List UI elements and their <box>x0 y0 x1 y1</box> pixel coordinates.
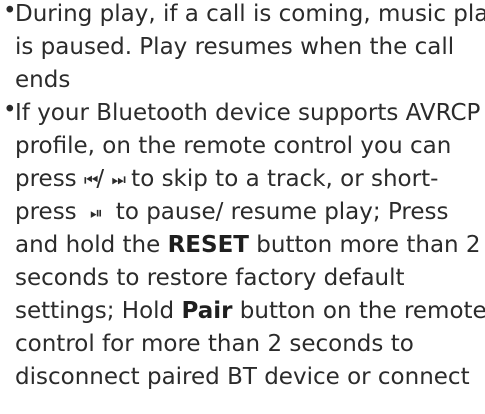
text-line-play-pause: press ⏯ to pause/ resume play; Press <box>15 196 485 229</box>
next-track-icon: ⏭ <box>111 170 125 189</box>
text-line-skip: press ⏮/ ⏭ to skip to a track, or short- <box>15 163 485 196</box>
text-segment: press <box>15 199 84 225</box>
pair-button-label: Pair <box>181 298 233 324</box>
list-item-call-pause: • During play, if a call is coming, musi… <box>0 0 485 97</box>
reset-button-label: RESET <box>167 232 249 258</box>
text-segment: button more than 2 <box>248 232 481 258</box>
text-line: seconds to restore factory default <box>15 265 405 291</box>
bullet-dot: • <box>3 97 17 123</box>
bullet-dot: • <box>3 0 17 24</box>
bullet-list: • During play, if a call is coming, musi… <box>0 0 485 394</box>
text-line: disconnect paired BT device or connect <box>15 364 470 390</box>
text-segment: / <box>96 166 112 192</box>
text-segment: to skip to a track, or short- <box>123 166 439 192</box>
text-line: profile, on the remote control you can <box>15 133 452 159</box>
text-line: During play, if a call is coming, music … <box>15 1 485 27</box>
list-item-avrcp: • If your Bluetooth device supports AVRC… <box>0 97 485 394</box>
play-pause-icon: ⏯ <box>89 203 103 222</box>
text-segment: button on the remote <box>232 298 485 324</box>
text-segment: and hold the <box>15 232 168 258</box>
text-segment: press <box>15 166 84 192</box>
text-segment: settings; Hold <box>15 298 182 324</box>
text-line: If your Bluetooth device supports AVRCP <box>15 100 481 126</box>
text-line: control for more than 2 seconds to <box>15 331 414 357</box>
text-line: ends <box>15 67 71 93</box>
text-segment: to pause/ resume play; Press <box>115 199 449 225</box>
text-line-reset: and hold the RESET button more than 2 <box>15 229 485 262</box>
instruction-text-block: • During play, if a call is coming, musi… <box>0 0 485 414</box>
text-line: is paused. Play resumes when the call <box>15 34 455 60</box>
text-line-pair: settings; Hold Pair button on the remote <box>15 295 485 328</box>
previous-track-icon: ⏮ <box>83 170 98 189</box>
